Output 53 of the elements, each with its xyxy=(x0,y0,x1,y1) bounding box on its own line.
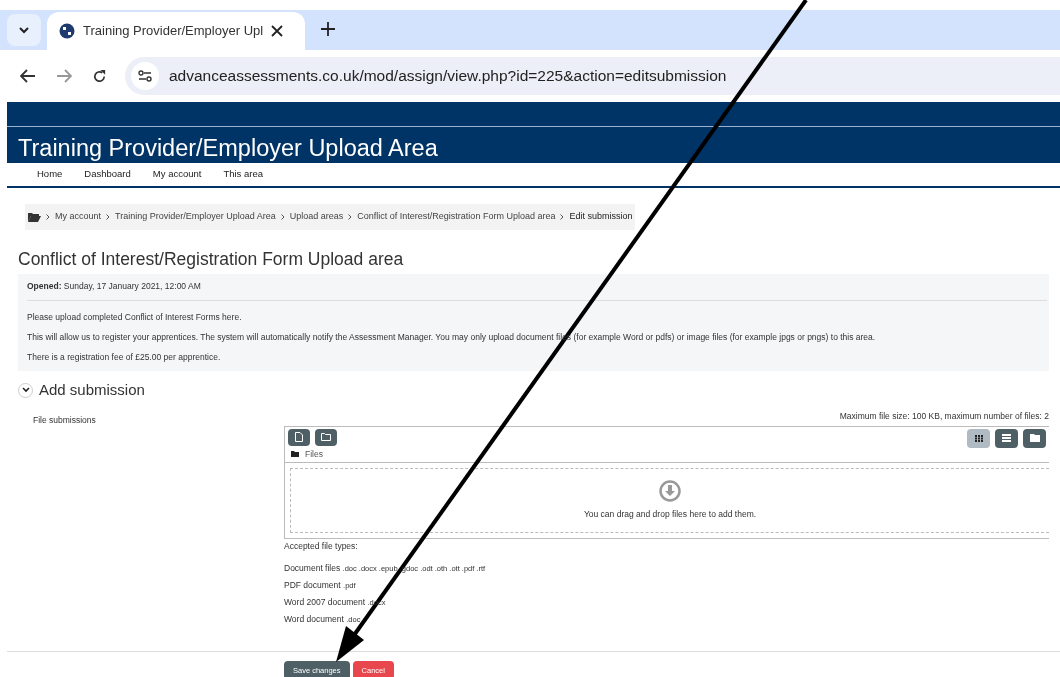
tab-list-button[interactable] xyxy=(7,14,41,46)
breadcrumb-link[interactable]: Upload areas xyxy=(289,210,344,224)
view-mode-button[interactable] xyxy=(995,428,1018,448)
chevron-right-icon xyxy=(106,214,111,220)
intro-text: Please upload completed Conflict of Interest Forms here. xyxy=(27,311,243,323)
nav-link[interactable]: Dashboard xyxy=(84,167,131,182)
folder-icon xyxy=(28,212,41,222)
opened-date: Opened: Sunday, 17 January 2021, 12:00 AM xyxy=(27,280,1047,301)
site-settings-icon[interactable] xyxy=(131,62,159,90)
breadcrumb-link[interactable]: Conflict of Interest/Registration Form Upload area xyxy=(357,210,556,224)
chevron-right-icon xyxy=(560,214,565,220)
chevron-down-icon xyxy=(21,387,30,394)
breadcrumb-link[interactable]: Training Provider/Employer Upload Area xyxy=(115,210,276,224)
intro-text: There is a registration fee of £25.00 per apprentice. xyxy=(27,351,222,363)
globe-icon xyxy=(59,23,75,39)
file-icon xyxy=(295,432,303,442)
breadcrumb-link[interactable]: Edit submission xyxy=(569,210,633,224)
nav-link[interactable]: This area xyxy=(223,167,263,182)
folder-icon xyxy=(1029,434,1040,442)
add-file-button[interactable] xyxy=(288,428,310,446)
url-text: advanceassessments.co.uk/mod/assign/view.php?id=225&action=editsubmission xyxy=(169,66,727,87)
file-limits-text: Maximum file size: 100 KB, maximum number of files: 2 xyxy=(839,410,1049,421)
nav-link[interactable]: Home xyxy=(37,167,63,182)
page-heading: Conflict of Interest/Registration Form Upload area xyxy=(18,248,405,270)
create-folder-button[interactable] xyxy=(315,428,337,446)
reload-icon[interactable] xyxy=(92,68,107,84)
accepted-label: Accepted file types: xyxy=(284,540,359,553)
site-title: Training Provider/Employer Upload Area xyxy=(18,134,438,163)
browser-tab[interactable]: Training Provider/Employer Upl xyxy=(47,12,305,50)
close-icon[interactable] xyxy=(271,25,284,37)
folder-icon xyxy=(291,450,299,457)
view-mode-button[interactable] xyxy=(1023,428,1046,448)
list-icon xyxy=(1002,434,1011,442)
nav-link[interactable]: My account xyxy=(152,167,202,182)
drop-hint: You can drag and drop files here to add them. xyxy=(583,508,757,522)
chevron-right-icon xyxy=(280,214,285,220)
chevron-right-icon xyxy=(46,214,50,220)
forward-arrow-icon[interactable] xyxy=(56,69,72,83)
chevron-down-icon xyxy=(18,26,30,34)
folder-icon xyxy=(321,433,331,441)
new-tab-icon[interactable] xyxy=(321,22,335,36)
back-arrow-icon[interactable] xyxy=(20,69,36,83)
drop-zone[interactable]: You can drag and drop files here to add them. xyxy=(290,468,1049,534)
view-mode-button[interactable] xyxy=(967,428,990,448)
tab-title: Training Provider/Employer Upl xyxy=(83,22,264,41)
section-title: Add submission xyxy=(39,380,145,400)
chevron-right-icon xyxy=(348,214,353,220)
download-icon xyxy=(659,480,681,503)
field-label: File submissions xyxy=(33,414,96,425)
address-bar[interactable]: advanceassessments.co.uk/mod/assign/view.php?id=225&action=editsubmission xyxy=(125,57,1060,95)
grid-icon xyxy=(974,434,983,442)
folder-label: Files xyxy=(305,447,323,461)
breadcrumb-link[interactable]: My account xyxy=(55,210,102,224)
